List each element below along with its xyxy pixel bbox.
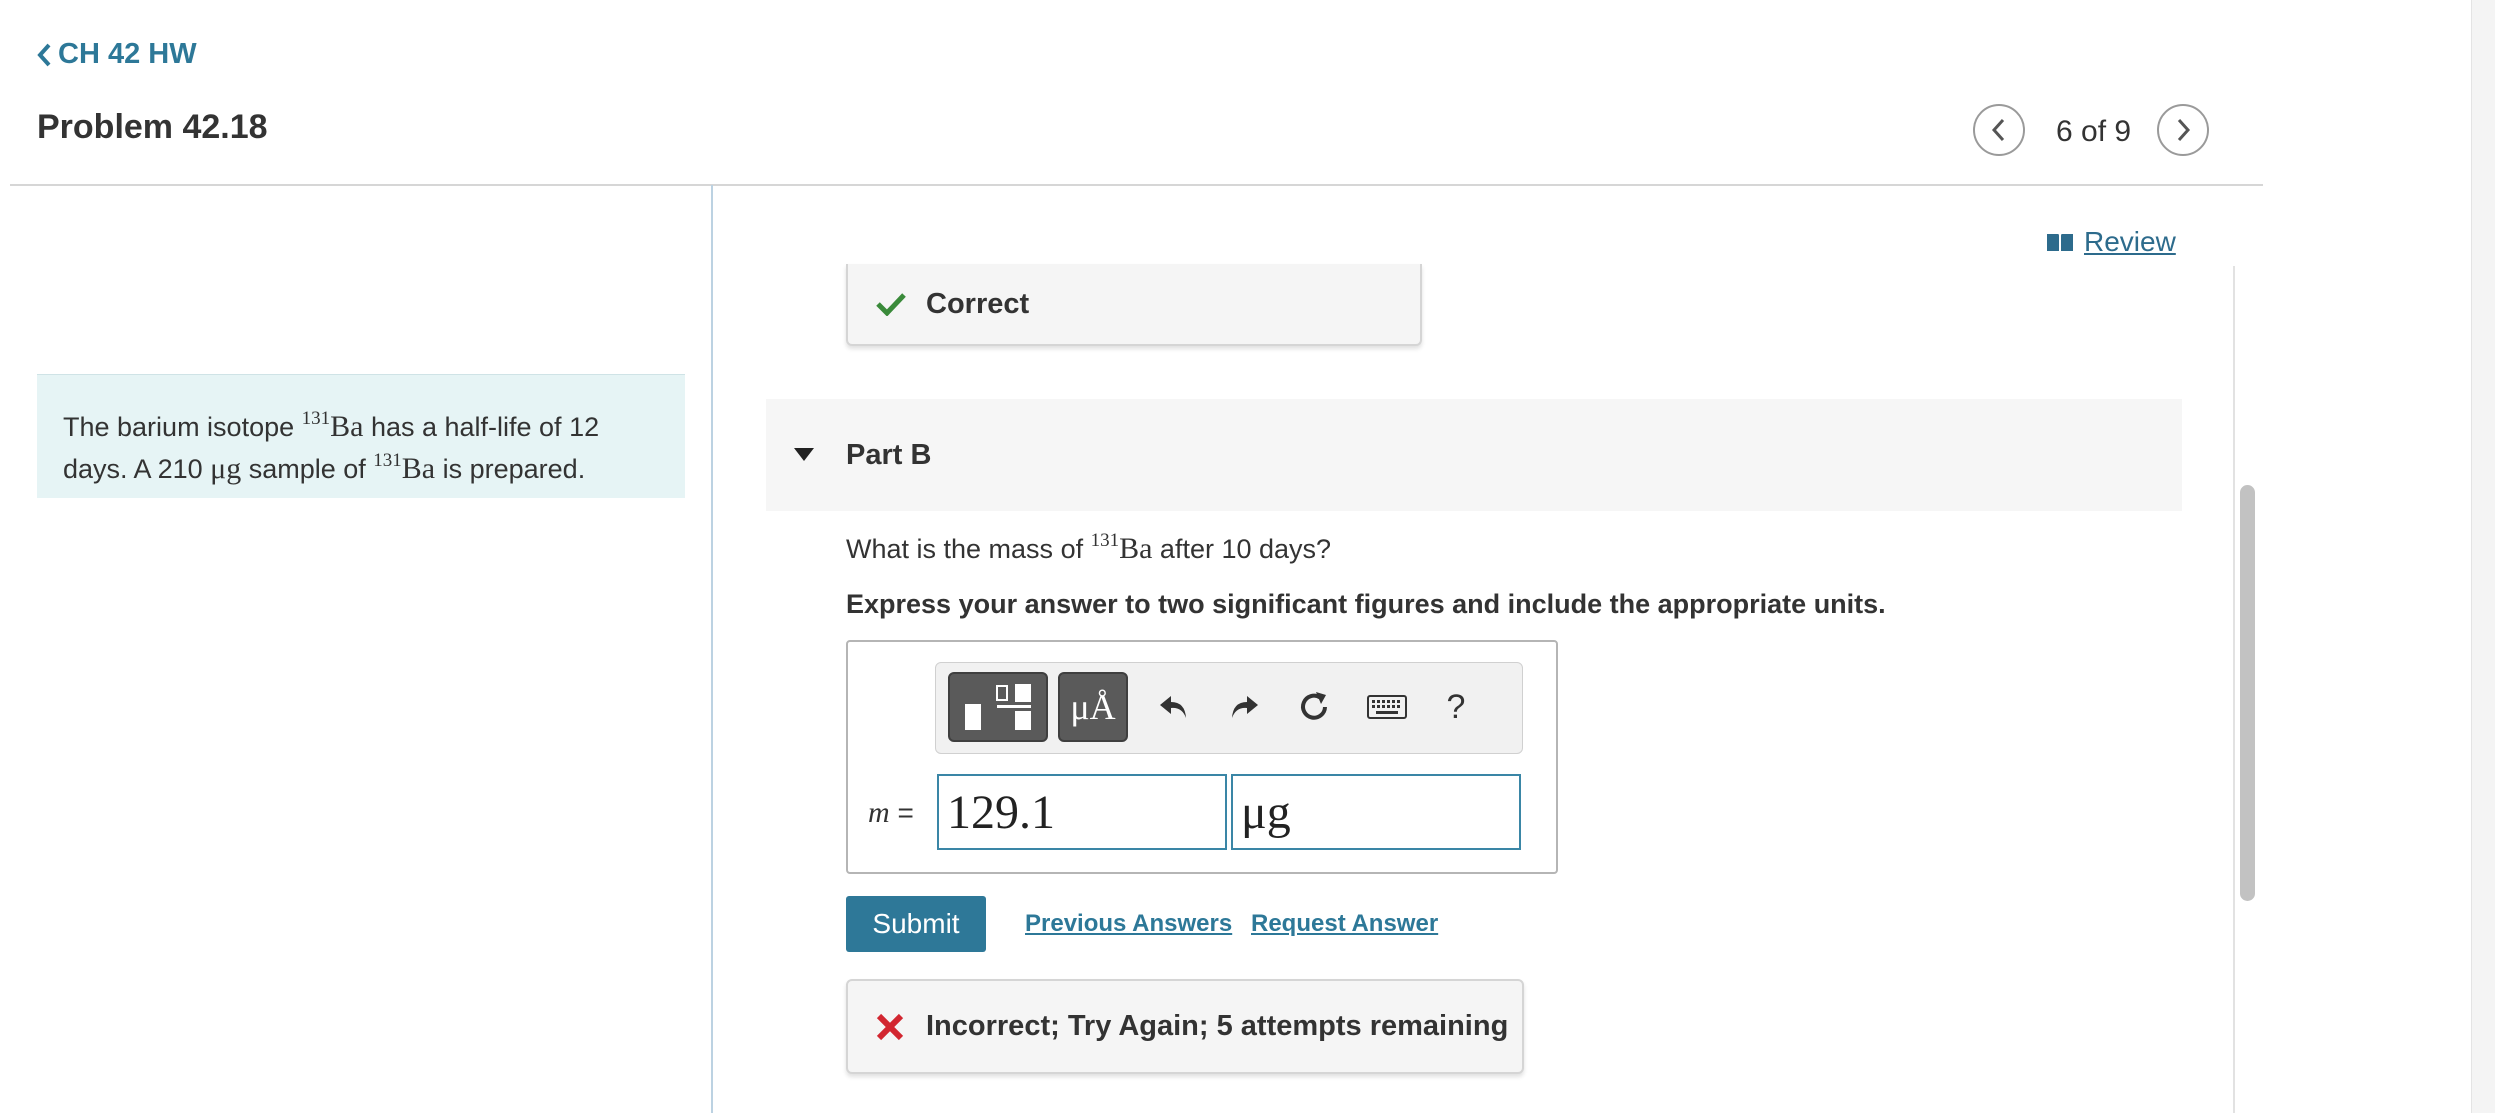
keyboard-button[interactable] <box>1359 675 1415 739</box>
isotope: 131Ba <box>302 408 364 443</box>
isotope-symbol: Ba <box>330 410 364 443</box>
review-link[interactable]: Review <box>2046 226 2176 258</box>
units-input[interactable]: μg <box>1231 774 1521 850</box>
help-icon: ? <box>1446 687 1466 726</box>
isotope-mass: 131 <box>301 408 331 429</box>
problem-title: Problem 42.18 <box>37 108 268 146</box>
value-input[interactable]: 129.1 <box>937 774 1227 850</box>
problem-statement: The barium isotope 131Ba has a half-life… <box>37 374 685 498</box>
book-icon <box>2047 234 2073 251</box>
back-link[interactable]: CH 42 HW <box>36 38 197 71</box>
page-scrollbar[interactable] <box>2471 0 2495 1113</box>
statement-text: The barium isotope <box>63 412 302 442</box>
question-part: What is the mass of <box>846 534 1091 564</box>
part-b-label: Part B <box>846 438 932 471</box>
previous-answers-link[interactable]: Previous Answers <box>1025 910 1232 938</box>
checkmark-icon <box>876 293 906 316</box>
statement-text: is prepared. <box>435 454 586 484</box>
chevron-left-icon <box>37 43 51 66</box>
undo-button[interactable] <box>1146 675 1202 739</box>
redo-button[interactable] <box>1216 675 1272 739</box>
answer-instruction: Express your answer to two significant f… <box>846 589 1886 619</box>
part-b-header[interactable]: Part B <box>766 399 2182 511</box>
variable-label: m = <box>868 796 914 830</box>
templates-button[interactable] <box>948 672 1048 742</box>
reset-icon <box>1301 692 1327 720</box>
isotope-symbol: Ba <box>1119 532 1153 565</box>
templates-icon <box>965 684 1031 730</box>
caret-down-icon <box>794 448 814 461</box>
question-part: after 10 days? <box>1152 534 1332 564</box>
x-mark-icon <box>876 1013 904 1040</box>
content-scrollbar-thumb[interactable] <box>2240 485 2255 901</box>
isotope-mass: 131 <box>1090 530 1120 551</box>
header-divider <box>10 184 2263 186</box>
part-a-feedback: Correct <box>846 264 1422 346</box>
isotope-symbol: Ba <box>401 452 436 485</box>
math-toolbar: μÅ ? <box>935 662 1523 754</box>
pane-divider <box>711 185 713 1113</box>
correct-label: Correct <box>926 287 1030 320</box>
value-text: 129.1 <box>947 785 1055 839</box>
request-answer-link[interactable]: Request Answer <box>1251 910 1438 938</box>
redo-icon <box>1232 696 1258 718</box>
question-text: What is the mass of 131Ba after 10 days? <box>846 530 1332 566</box>
mass-unit: μg <box>210 452 242 485</box>
equals-sign: = <box>897 797 914 828</box>
submit-button[interactable]: Submit <box>846 896 986 952</box>
previous-problem-button[interactable] <box>1973 104 2025 156</box>
statement-text: sample of <box>241 454 374 484</box>
isotope: 131Ba <box>373 450 436 485</box>
isotope: 131Ba <box>1091 530 1153 565</box>
next-problem-button[interactable] <box>2157 104 2209 156</box>
chevron-right-icon <box>2177 118 2191 142</box>
back-link-label: CH 42 HW <box>58 38 197 70</box>
undo-icon <box>1160 696 1186 718</box>
units-button[interactable]: μÅ <box>1058 672 1128 742</box>
problem-counter: 6 of 9 <box>2056 115 2132 148</box>
feedback-text: Incorrect; Try Again; 5 attempts remaini… <box>926 1010 1509 1042</box>
keyboard-icon <box>1367 695 1407 719</box>
units-icon: μÅ <box>1070 687 1116 727</box>
part-b-feedback: Incorrect; Try Again; 5 attempts remaini… <box>846 979 1524 1074</box>
review-label: Review <box>2084 226 2176 257</box>
isotope-mass: 131 <box>373 450 402 471</box>
content-scroll-track <box>2233 266 2235 1113</box>
units-text: μg <box>1241 785 1291 839</box>
chevron-left-icon <box>1991 118 2005 142</box>
help-button[interactable]: ? <box>1428 675 1484 739</box>
reset-button[interactable] <box>1286 675 1342 739</box>
variable-symbol: m <box>868 796 890 829</box>
